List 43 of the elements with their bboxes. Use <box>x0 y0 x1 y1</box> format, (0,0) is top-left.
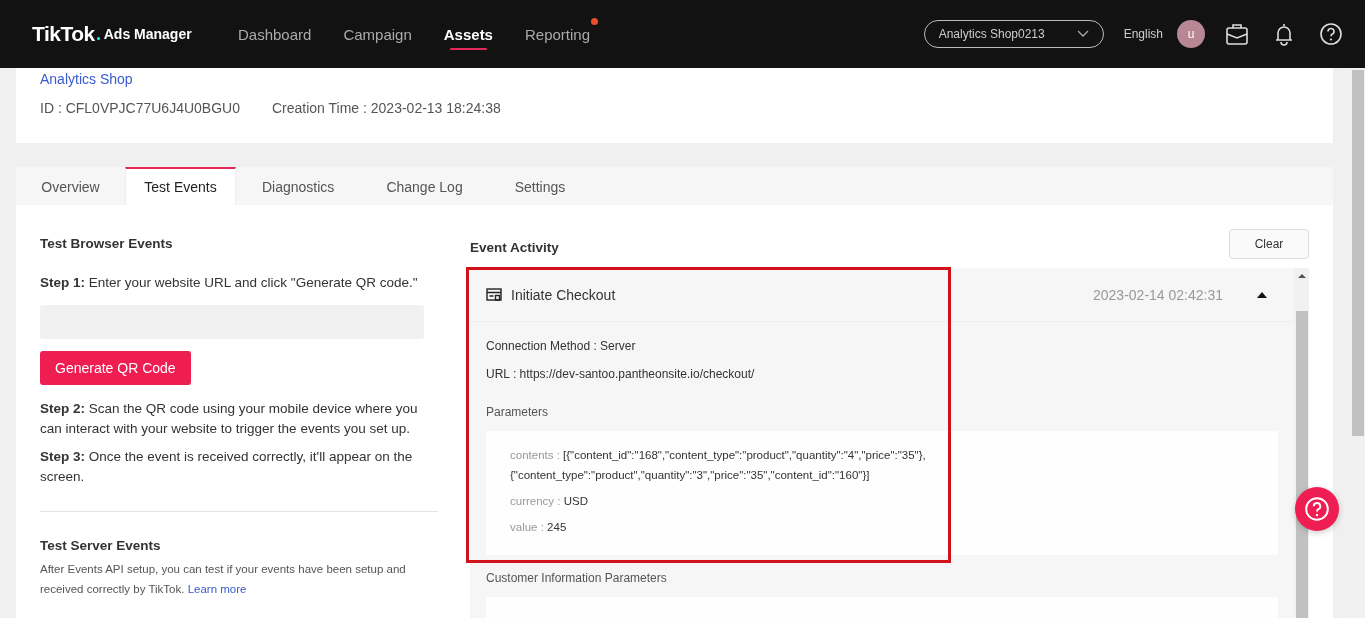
section-title: Test Browser Events <box>40 236 174 251</box>
section-title: Event Activity <box>470 240 559 255</box>
tab[interactable]: Change Log <box>360 167 489 205</box>
event-field: Connection Method : Server <box>486 339 1278 353</box>
parameters-title: Customer Information Parameters <box>486 571 668 585</box>
event-name: Initiate Checkout <box>511 286 616 303</box>
help-icon[interactable] <box>1319 22 1343 46</box>
tab[interactable]: Settings <box>488 167 592 205</box>
nav-item[interactable]: Assets <box>443 0 493 68</box>
logo[interactable]: TikTok <box>32 22 95 46</box>
generate-qr-button[interactable]: Generate QR Code <box>40 351 191 385</box>
chevron-down-icon <box>1076 30 1089 38</box>
parameters-title: Parameters <box>486 405 550 419</box>
card-icon <box>486 287 502 302</box>
step-text: Step 2: Scan the QR code using your mobile device where you can interact with your website to trigger the events you set up. <box>40 400 419 438</box>
step-text: Step 3: Once the event is received correctly, it'll appear on the screen. <box>40 448 414 486</box>
logo-dot-icon <box>96 36 100 40</box>
nav-item[interactable]: Campaign <box>343 0 412 68</box>
creation-time: Creation Time : 2023-02-13 18:24:38 <box>271 100 501 116</box>
tab[interactable]: Diagnostics <box>236 167 361 205</box>
parameter-row-text: value : 245 <box>510 520 568 535</box>
event-field: URL : https://dev-santoo.pantheonsite.io/checkout/ <box>486 367 1278 381</box>
parameter-row-text: contents : [{"content_id":"168","content_type":"product","quantity":"4","price":"35"},{"content_type":"product","quantity":"3","price":"35","content_id":"160"}] <box>510 448 927 483</box>
parameter-row-text: currency : USD <box>510 494 589 509</box>
server-events-description: After Events API setup, you can test if your events have been setup and received correctly by TikTok. Learn more <box>40 562 407 597</box>
clear-button[interactable]: Clear <box>1229 229 1309 259</box>
tab[interactable]: Test Events <box>125 167 236 205</box>
language-link[interactable]: English <box>1123 27 1163 41</box>
help-icon <box>1304 496 1330 522</box>
nav-item[interactable]: Reporting <box>524 0 590 68</box>
caret-icon[interactable] <box>1256 290 1268 299</box>
tab[interactable]: Overview <box>16 167 125 205</box>
event-time: 2023-02-14 02:42:31 <box>1093 286 1223 303</box>
bell-icon[interactable] <box>1273 22 1295 46</box>
pixel-name-link[interactable]: Analytics Shop <box>40 71 133 87</box>
scrollbar[interactable] <box>1294 268 1309 618</box>
nav-item[interactable]: Dashboard <box>238 0 312 68</box>
section-title: Test Server Events <box>40 538 162 553</box>
learn-more-link[interactable]: Learn more <box>187 583 247 595</box>
briefcase-icon[interactable] <box>1225 22 1249 46</box>
pixel-id: ID : CFL0VPJC77U6J4U0BGU0 <box>40 100 240 116</box>
product-name: Ads Manager <box>103 26 192 42</box>
step-text: Step 1: Enter your website URL and click "Generate QR code." <box>40 274 419 292</box>
